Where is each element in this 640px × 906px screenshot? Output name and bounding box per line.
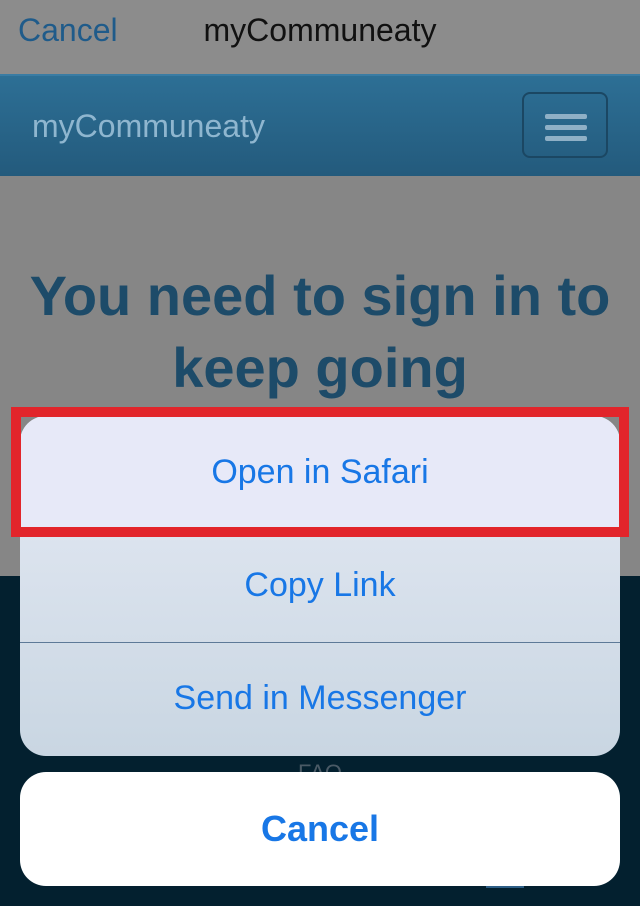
site-navbar: myCommuneaty	[0, 74, 640, 178]
hamburger-menu-icon[interactable]	[522, 92, 608, 158]
action-sheet: Open in Safari Copy Link Send in Messeng…	[20, 416, 620, 756]
site-brand[interactable]: myCommuneaty	[32, 108, 265, 145]
page-headline: You need to sign in to keep going	[29, 264, 611, 399]
open-in-safari-button[interactable]: Open in Safari	[20, 416, 620, 529]
send-in-messenger-button[interactable]: Send in Messenger	[20, 642, 620, 755]
copy-link-button[interactable]: Copy Link	[20, 529, 620, 642]
cancel-button[interactable]: Cancel	[20, 772, 620, 886]
top-bar: Cancel myCommuneaty	[0, 0, 640, 74]
top-bar-title: myCommuneaty	[203, 12, 437, 48]
